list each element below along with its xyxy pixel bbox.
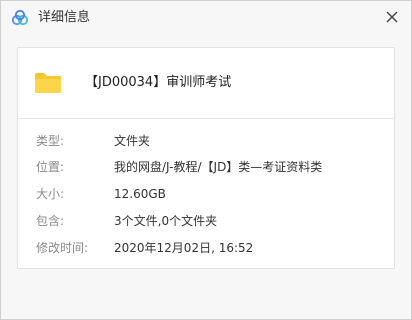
property-size: 大小: 12.60GB	[18, 186, 394, 202]
property-label: 大小:	[36, 187, 65, 201]
file-header: 【JD00034】审训师考试	[18, 48, 394, 114]
close-button[interactable]	[383, 8, 401, 26]
close-icon	[386, 11, 398, 23]
share-link-icon	[11, 9, 29, 27]
property-label: 修改时间:	[36, 241, 89, 255]
dialog-title: 详细信息	[38, 10, 91, 25]
title-bar: 详细信息	[1, 1, 411, 35]
property-label: 类型:	[36, 134, 65, 148]
property-value: 我的网盘/J-教程/【JD】类—考证资料类	[114, 160, 323, 174]
property-label: 位置:	[36, 160, 65, 174]
property-location: 位置: 我的网盘/J-教程/【JD】类—考证资料类	[18, 159, 394, 175]
file-name: 【JD00034】审训师考试	[85, 75, 232, 90]
property-modified: 修改时间: 2020年12月02日, 16:52	[18, 240, 394, 256]
property-value: 12.60GB	[114, 187, 166, 201]
property-label: 包含:	[36, 214, 65, 228]
property-type: 类型: 文件夹	[18, 133, 394, 149]
folder-icon	[34, 72, 62, 94]
divider	[18, 118, 394, 119]
property-value: 3个文件,0个文件夹	[114, 214, 218, 228]
property-value: 2020年12月02日, 16:52	[114, 241, 254, 255]
property-value: 文件夹	[114, 134, 151, 148]
property-contents: 包含: 3个文件,0个文件夹	[18, 213, 394, 229]
details-dialog: 详细信息 【JD00034】审训师考试 类型: 文件夹 位置: 我的网盘/J-教…	[0, 0, 412, 320]
details-panel: 【JD00034】审训师考试 类型: 文件夹 位置: 我的网盘/J-教程/【JD…	[17, 47, 395, 269]
